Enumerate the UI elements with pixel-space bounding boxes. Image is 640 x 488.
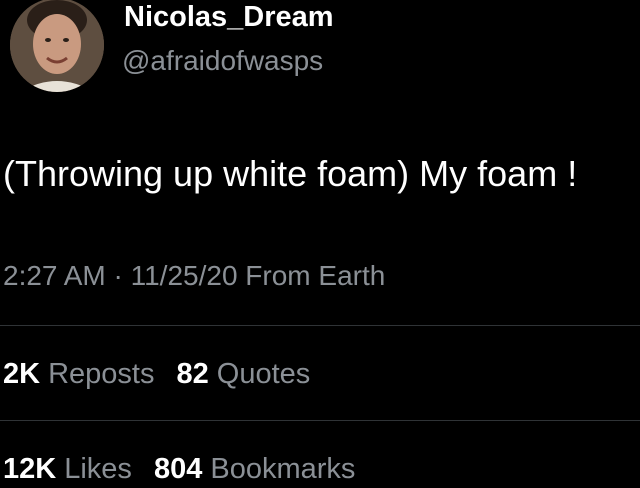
stats-row-engagement: 2K Reposts 82 Quotes — [3, 355, 324, 393]
avatar-photo — [10, 0, 104, 92]
divider — [0, 420, 640, 421]
stats-row-reactions: 12K Likes 804 Bookmarks — [3, 450, 369, 488]
likes-count: 12K — [3, 453, 57, 485]
bookmarks-stat[interactable]: 804 Bookmarks — [154, 450, 355, 488]
tweet-detail: Nicolas_Dream @afraidofwasps (Throwing u… — [0, 0, 640, 485]
author-display-name[interactable]: Nicolas_Dream — [124, 0, 334, 34]
quotes-label: Quotes — [216, 358, 311, 390]
author-handle[interactable]: @afraidofwasps — [122, 44, 323, 78]
quotes-count: 82 — [176, 358, 209, 390]
likes-stat[interactable]: 12K Likes — [3, 450, 132, 488]
quotes-stat[interactable]: 82 Quotes — [177, 355, 311, 393]
reposts-label: Reposts — [48, 358, 155, 390]
likes-label: Likes — [64, 453, 132, 485]
tweet-text: (Throwing up white foam) My foam ! — [3, 153, 578, 194]
reposts-count: 2K — [3, 358, 41, 390]
bookmarks-count: 804 — [153, 453, 203, 485]
bookmarks-label: Bookmarks — [210, 453, 356, 485]
divider — [0, 325, 640, 326]
reposts-stat[interactable]: 2K Reposts — [3, 355, 154, 393]
avatar[interactable] — [10, 0, 104, 92]
tweet-timestamp[interactable]: 2:27 AM · 11/25/20 From Earth — [3, 258, 385, 294]
